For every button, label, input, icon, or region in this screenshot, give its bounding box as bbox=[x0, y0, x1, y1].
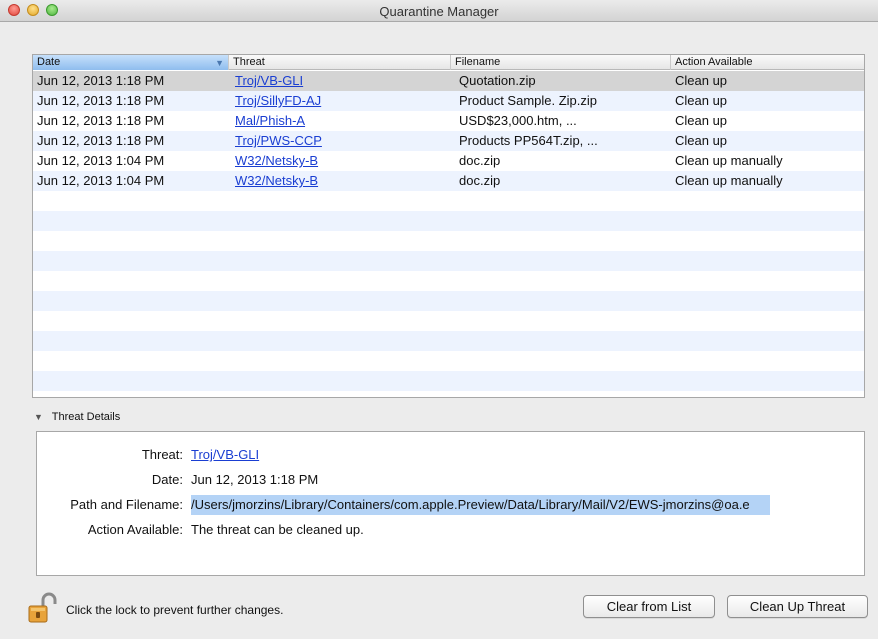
threat-details-panel: Threat: Troj/VB-GLI Date: Jun 12, 2013 1… bbox=[36, 431, 865, 576]
empty-table-row bbox=[33, 351, 864, 371]
column-header-threat-label: Threat bbox=[233, 56, 265, 68]
cell-threat-link[interactable]: Troj/SillyFD-AJ bbox=[235, 93, 321, 108]
window-title: Quarantine Manager bbox=[379, 4, 499, 19]
cell-action: Clean up bbox=[675, 133, 728, 148]
cell-threat-link[interactable]: Troj/PWS-CCP bbox=[235, 133, 322, 148]
empty-table-row bbox=[33, 191, 864, 211]
column-header-action-label: Action Available bbox=[675, 56, 753, 68]
detail-date-label: Date: bbox=[151, 472, 183, 487]
cell-action: Clean up bbox=[675, 73, 728, 88]
cell-action: Clean up manually bbox=[675, 173, 783, 188]
detail-threat-label: Threat: bbox=[141, 447, 183, 462]
cell-date: Jun 12, 2013 1:18 PM bbox=[37, 133, 165, 148]
cell-action: Clean up manually bbox=[675, 153, 783, 168]
table-header: Date ▼ Threat Filename Action Available bbox=[33, 55, 864, 70]
cell-filename: Product Sample. Zip.zip bbox=[459, 93, 598, 108]
detail-date-value: Jun 12, 2013 1:18 PM bbox=[191, 472, 319, 487]
cell-filename: USD$23,000.htm, ... bbox=[459, 113, 577, 128]
column-header-date[interactable]: Date ▼ bbox=[33, 55, 229, 70]
empty-table-row bbox=[33, 331, 864, 351]
clean-up-threat-button[interactable]: Clean Up Threat bbox=[727, 595, 868, 618]
table-body: Jun 12, 2013 1:18 PM Troj/VB-GLI Quotation… bbox=[33, 71, 864, 397]
cell-date: Jun 12, 2013 1:04 PM bbox=[37, 153, 165, 168]
column-header-filename-label: Filename bbox=[455, 56, 501, 68]
cell-filename: doc.zip bbox=[459, 173, 501, 188]
detail-path-label: Path and Filename: bbox=[70, 497, 183, 512]
column-header-date-label: Date bbox=[37, 56, 61, 68]
empty-table-row bbox=[33, 271, 864, 291]
lock-icon[interactable] bbox=[26, 592, 58, 624]
column-header-threat[interactable]: Threat bbox=[229, 55, 451, 70]
cell-threat-link[interactable]: W32/Netsky-B bbox=[235, 153, 318, 168]
cell-action: Clean up bbox=[675, 93, 728, 108]
title-bar: Quarantine Manager bbox=[0, 0, 878, 22]
empty-table-row bbox=[33, 231, 864, 251]
empty-table-row bbox=[33, 251, 864, 271]
cell-filename: doc.zip bbox=[459, 153, 501, 168]
cell-date: Jun 12, 2013 1:18 PM bbox=[37, 73, 165, 88]
cell-filename: Quotation.zip bbox=[459, 73, 536, 88]
cell-threat-link[interactable]: Troj/VB-GLI bbox=[235, 73, 303, 88]
column-header-filename[interactable]: Filename bbox=[451, 55, 671, 70]
empty-table-row bbox=[33, 391, 864, 411]
table-row[interactable]: Jun 12, 2013 1:04 PM W32/Netsky-B doc.zip C… bbox=[33, 151, 864, 171]
cell-date: Jun 12, 2013 1:18 PM bbox=[37, 93, 165, 108]
cell-date: Jun 12, 2013 1:18 PM bbox=[37, 113, 165, 128]
table-row[interactable]: Jun 12, 2013 1:04 PM W32/Netsky-B doc.zip C… bbox=[33, 171, 864, 191]
threat-details-heading: Threat Details bbox=[51, 411, 121, 423]
detail-action-value: The threat can be cleaned up. bbox=[191, 522, 364, 537]
table-row[interactable]: Jun 12, 2013 1:18 PM Troj/PWS-CCP Products… bbox=[33, 131, 864, 151]
cell-threat-link[interactable]: Mal/Phish-A bbox=[235, 113, 305, 128]
quarantine-table[interactable]: Date ▼ Threat Filename Action Available … bbox=[32, 54, 865, 398]
threat-details-disclosure[interactable]: ▼ Threat Details bbox=[34, 411, 120, 423]
cell-date: Jun 12, 2013 1:04 PM bbox=[37, 173, 165, 188]
empty-table-row bbox=[33, 371, 864, 391]
detail-path-value[interactable]: /Users/jmorzins/Library/Containers/com.a… bbox=[191, 495, 770, 515]
table-row[interactable]: Jun 12, 2013 1:18 PM Troj/SillyFD-AJ Produ… bbox=[33, 91, 864, 111]
cell-filename: Products PP564T.zip, ... bbox=[459, 133, 598, 148]
lock-instructions: Click the lock to prevent further change… bbox=[66, 603, 284, 617]
clear-from-list-button[interactable]: Clear from List bbox=[583, 595, 715, 618]
column-header-action[interactable]: Action Available bbox=[671, 55, 866, 70]
empty-table-row bbox=[33, 291, 864, 311]
table-row[interactable]: Jun 12, 2013 1:18 PM Troj/VB-GLI Quotation… bbox=[33, 71, 864, 91]
detail-threat-link[interactable]: Troj/VB-GLI bbox=[191, 445, 259, 465]
empty-table-row bbox=[33, 311, 864, 331]
disclosure-triangle-icon[interactable]: ▼ bbox=[34, 412, 43, 422]
cell-threat-link[interactable]: W32/Netsky-B bbox=[235, 173, 318, 188]
detail-action-label: Action Available: bbox=[87, 522, 183, 537]
sort-descending-icon: ▼ bbox=[215, 58, 224, 68]
empty-table-row bbox=[33, 211, 864, 231]
cell-action: Clean up bbox=[675, 113, 728, 128]
table-row[interactable]: Jun 12, 2013 1:18 PM Mal/Phish-A USD$23,00… bbox=[33, 111, 864, 131]
